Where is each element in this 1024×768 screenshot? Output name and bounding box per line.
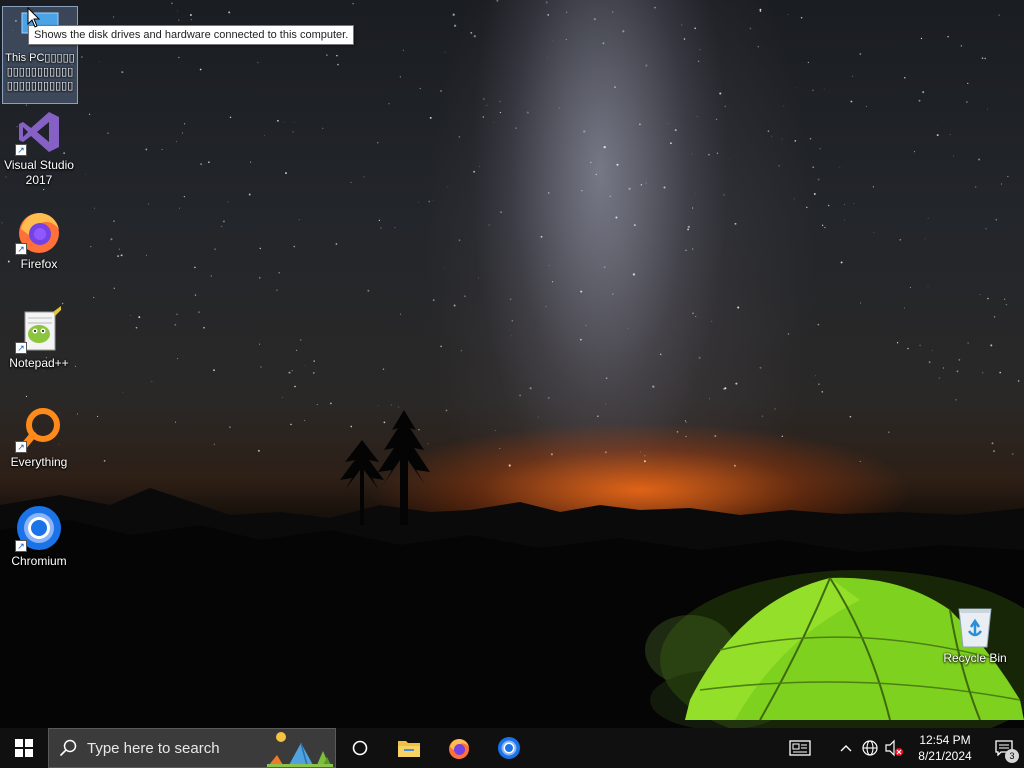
network-globe-icon (862, 740, 878, 756)
notification-count-badge: 3 (1005, 749, 1019, 763)
firefox-icon: ↗ (15, 207, 63, 255)
shortcut-arrow-icon: ↗ (15, 441, 27, 453)
everything-search-icon: ↗ (15, 405, 63, 453)
firefox-icon (449, 739, 469, 759)
mouse-pointer-icon (27, 7, 41, 28)
desktop-icon-label: Everything (10, 455, 68, 469)
show-hidden-icons-button[interactable] (834, 728, 858, 768)
desktop-icon-recycle-bin[interactable]: Recycle Bin (937, 597, 1013, 666)
chromium-icon: ↗ (15, 504, 63, 552)
visual-studio-icon: ↗ (15, 108, 63, 156)
taskbar-clock[interactable]: 12:54 PM 8/21/2024 (906, 732, 984, 764)
desktop-wallpaper (0, 0, 1024, 728)
clock-time: 12:54 PM (919, 733, 971, 747)
taskbar-firefox[interactable] (434, 728, 484, 768)
windows-logo-icon (15, 739, 33, 757)
chromium-icon (498, 737, 520, 759)
network-status-button[interactable] (858, 728, 882, 768)
search-highlight-camping-icon (267, 732, 333, 767)
chevron-up-icon (840, 745, 852, 752)
volume-button[interactable] (882, 728, 906, 768)
this-pc-tooltip: Shows the disk drives and hardware conne… (28, 25, 355, 45)
search-icon (59, 739, 77, 757)
system-tray: 12:54 PM 8/21/2024 3 (780, 728, 1024, 768)
recycle-bin-icon (951, 601, 999, 649)
desktop-icon-chromium[interactable]: ↗ Chromium (1, 500, 77, 569)
cortana-circle-icon (352, 740, 368, 756)
shortcut-arrow-icon: ↗ (15, 540, 27, 552)
task-view-button[interactable] (336, 728, 384, 768)
news-and-interests-button[interactable] (780, 728, 820, 768)
action-center-button[interactable]: 3 (984, 728, 1024, 768)
notepad-plus-plus-icon: ↗ (15, 306, 63, 354)
shortcut-arrow-icon: ↗ (15, 243, 27, 255)
desktop-icon-label: Recycle Bin (943, 651, 1007, 665)
desktop-icon-label: Visual Studio 2017 (4, 158, 74, 187)
desktop-icon-label: Firefox (20, 257, 58, 271)
taskbar: Type here to search 12:54 PM 8/21/2024 3 (0, 728, 1024, 768)
file-explorer-icon (398, 741, 420, 757)
clock-date: 8/21/2024 (918, 749, 972, 763)
start-button[interactable] (0, 728, 48, 768)
taskbar-file-explorer[interactable] (384, 728, 434, 768)
desktop-icon-label: Chromium (11, 554, 67, 568)
taskbar-search-box[interactable]: Type here to search (48, 728, 336, 768)
desktop-icon-visual-studio[interactable]: ↗ Visual Studio 2017 (1, 104, 77, 188)
desktop-icon-notepad-plus-plus[interactable]: ↗ Notepad++ (1, 302, 77, 371)
shortcut-arrow-icon: ↗ (15, 342, 27, 354)
news-icon (789, 740, 811, 756)
desktop-icon-label: This PC▯▯▯▯▯▯▯▯▯▯▯▯▯▯▯▯▯▯▯▯▯▯▯▯▯▯▯▯ (5, 52, 75, 92)
desktop-icon-firefox[interactable]: ↗ Firefox (1, 203, 77, 272)
shortcut-arrow-icon: ↗ (15, 144, 27, 156)
wallpaper-landscape (0, 410, 1024, 728)
search-placeholder: Type here to search (87, 739, 220, 757)
desktop-icon-label: Notepad++ (9, 356, 69, 370)
volume-muted-icon (885, 739, 903, 757)
desktop-icon-everything[interactable]: ↗ Everything (1, 401, 77, 470)
taskbar-chromium[interactable] (484, 728, 534, 768)
